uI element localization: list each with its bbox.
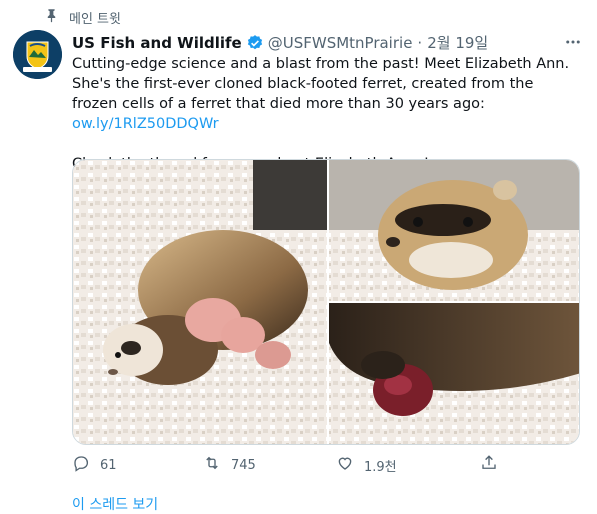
share-button[interactable] [480, 454, 498, 476]
tweet-link[interactable]: ow.ly/1RlZ50DDQWr [72, 116, 219, 132]
share-icon [480, 454, 498, 476]
pinned-text: 메인 트윗 [69, 11, 121, 27]
pin-icon [44, 8, 59, 27]
tweet-header: US Fish and Wildlife @USFWSMtnPrairie · … [72, 32, 577, 53]
heart-icon [336, 454, 354, 476]
tweet-paragraph-1: Cutting-edge science and a blast from th… [72, 56, 570, 112]
media-grid [72, 159, 580, 445]
avatar[interactable] [13, 30, 62, 79]
tweet-action-bar: 61 745 1.9천 [72, 454, 512, 478]
media-image-ferret-eating[interactable] [329, 303, 580, 445]
tweet-text: Cutting-edge science and a blast from th… [72, 54, 582, 174]
like-button[interactable]: 1.9천 [336, 454, 397, 476]
reply-count: 61 [100, 457, 117, 473]
like-count: 1.9천 [364, 459, 397, 475]
tweet-date[interactable]: 2월 19일 [427, 32, 488, 53]
reply-icon [72, 454, 90, 476]
author-name[interactable]: US Fish and Wildlife [72, 34, 242, 52]
retweet-button[interactable]: 745 [203, 454, 256, 476]
media-image-ferret-closeup[interactable] [329, 160, 580, 301]
more-options-icon[interactable] [563, 32, 583, 52]
verified-badge-icon [246, 34, 264, 52]
reply-button[interactable]: 61 [72, 454, 117, 476]
show-thread-link[interactable]: 이 스레드 보기 [72, 494, 158, 514]
retweet-count: 745 [231, 457, 256, 473]
media-image-ferret-with-kits[interactable] [73, 160, 327, 445]
author-handle[interactable]: @USFWSMtnPrairie [268, 34, 413, 52]
separator-dot: · [417, 33, 423, 52]
retweet-icon [203, 454, 221, 476]
pinned-label: 메인 트윗 [44, 7, 121, 27]
